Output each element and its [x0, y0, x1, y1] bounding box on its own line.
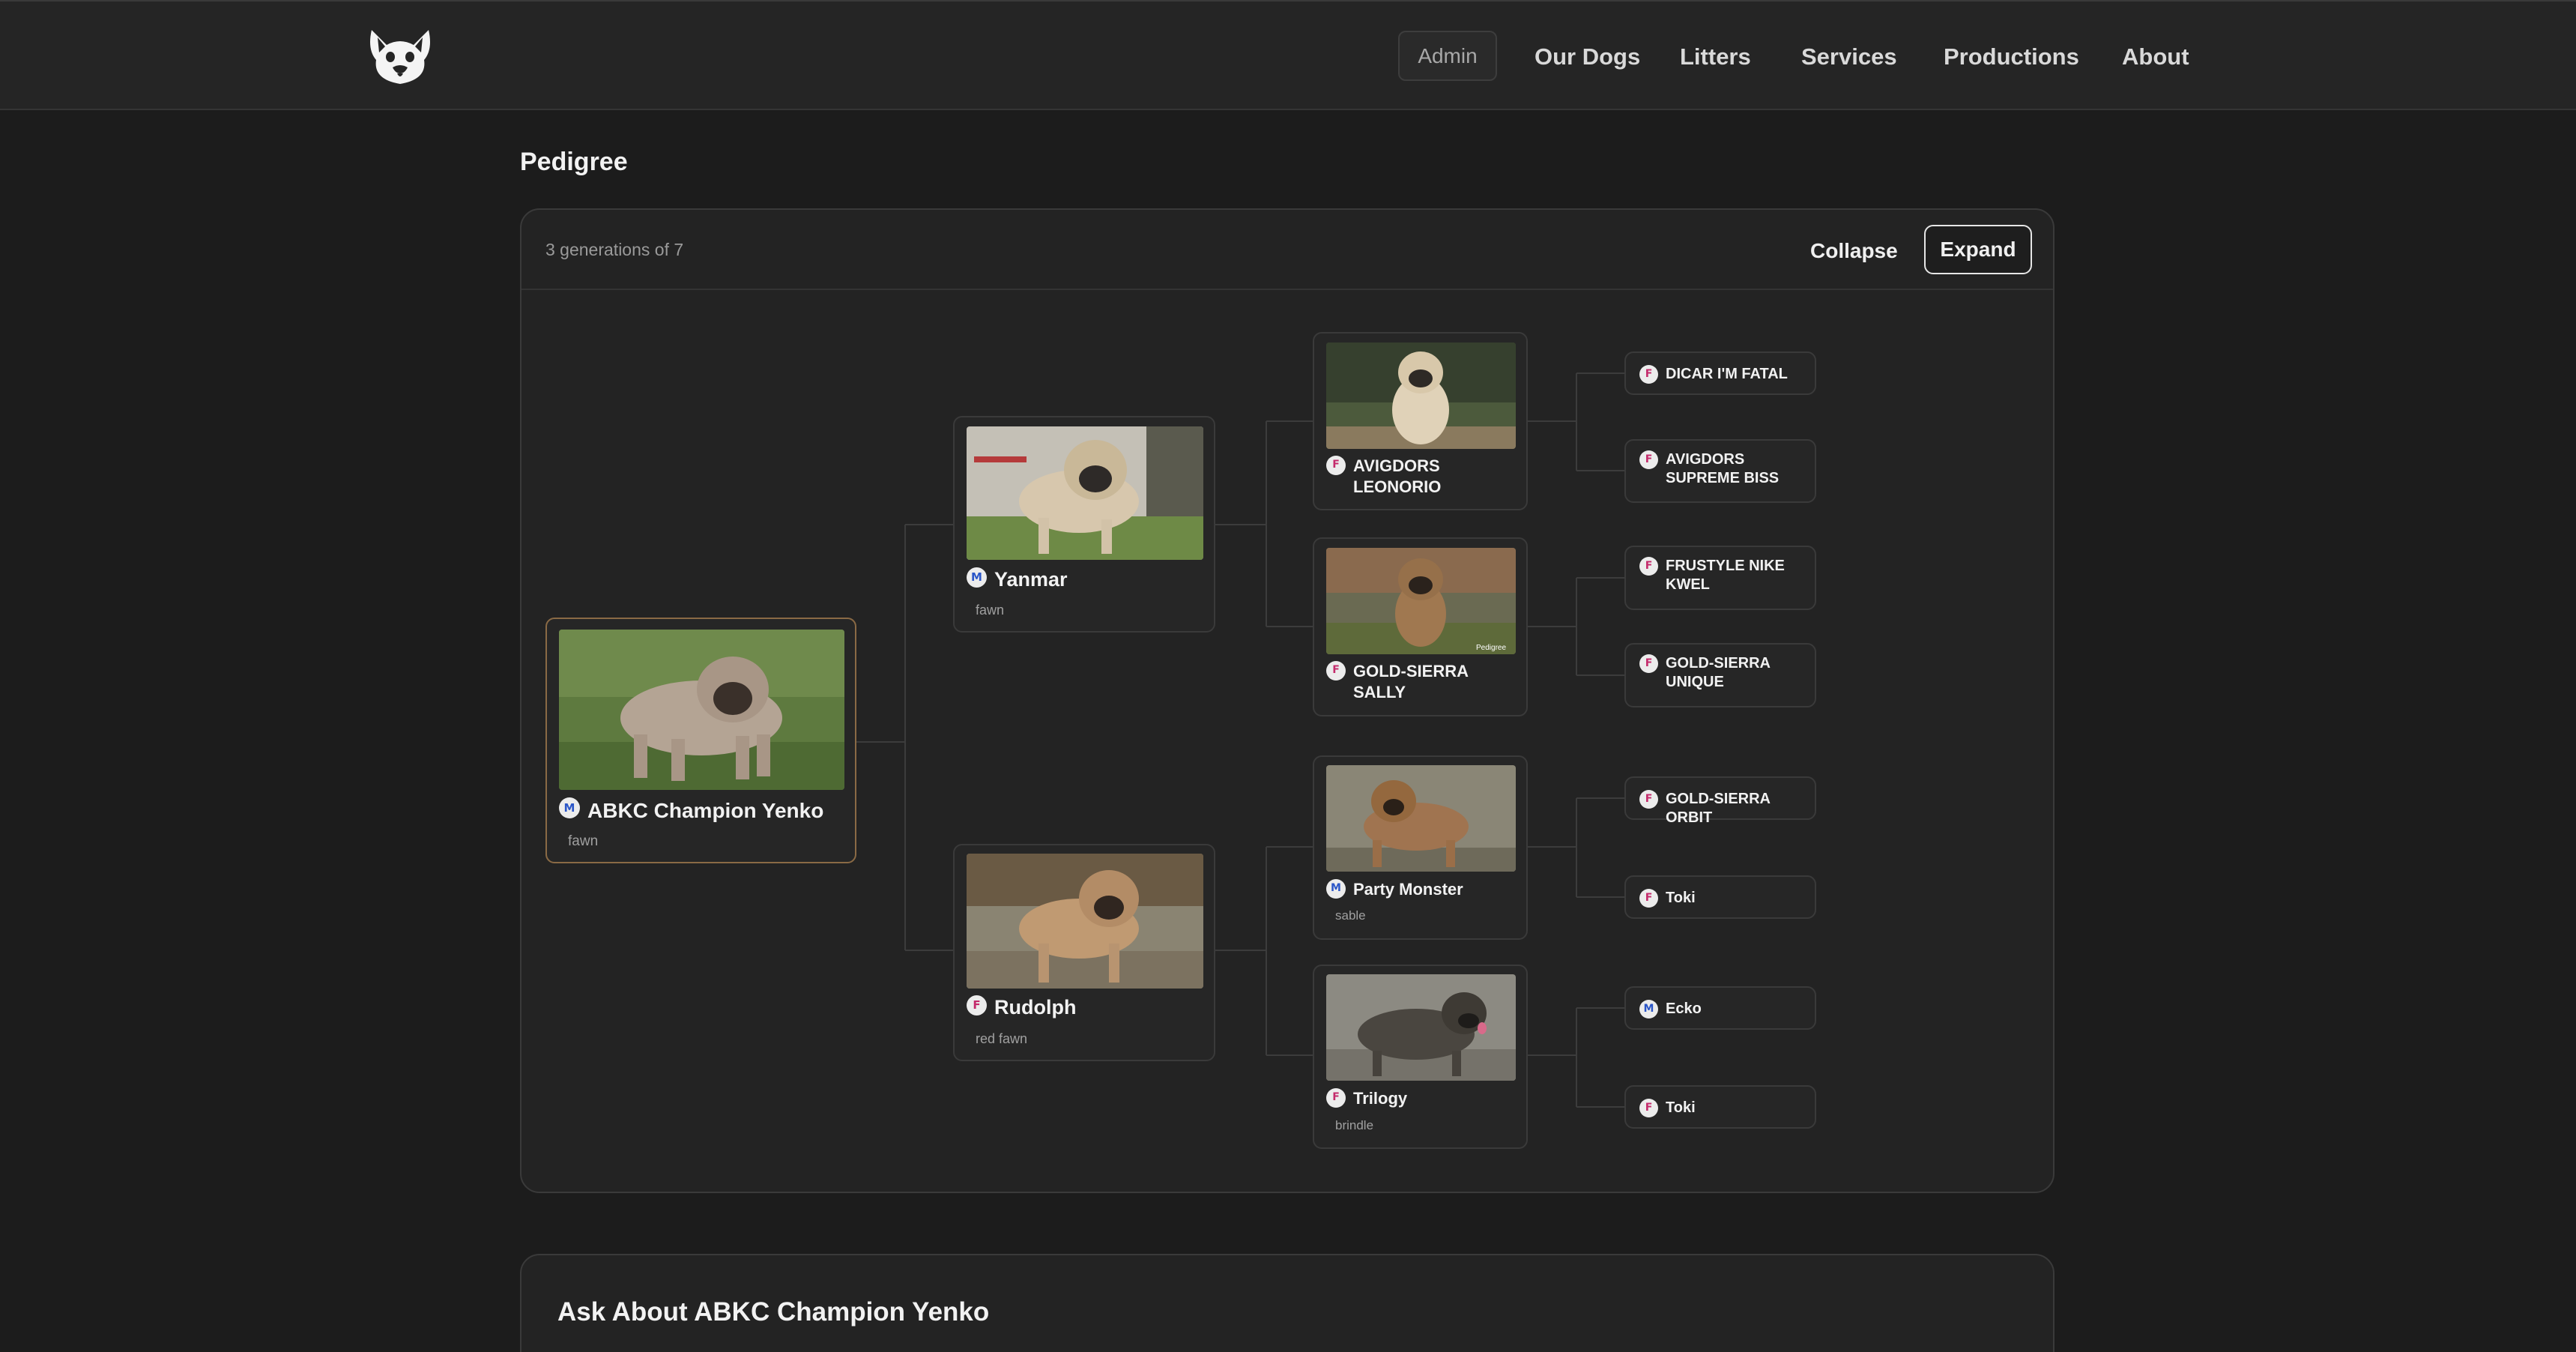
gen4-card-8[interactable]: F Toki	[1624, 1085, 1816, 1129]
nav-services[interactable]: Services	[1801, 40, 1897, 73]
male-sex-icon: M	[1639, 1000, 1658, 1018]
gen4-card-7[interactable]: M Ecko	[1624, 986, 1816, 1030]
pedigree-toolbar: 3 generations of 7 Collapse Expand	[521, 210, 2053, 290]
female-sex-icon: F	[1639, 889, 1658, 908]
male-sex-icon: M	[967, 567, 987, 588]
nav-about[interactable]: About	[2122, 40, 2189, 73]
gen4-dog-name-2: F AVIGDORS SUPREME BISS	[1639, 450, 1804, 488]
generations-count: 3 generations of 7	[545, 240, 684, 259]
gen4-dog-name-5: F GOLD-SIERRA ORBIT	[1639, 790, 1815, 827]
admin-button[interactable]: Admin	[1398, 31, 1497, 81]
gen4-card-3[interactable]: F FRUSTYLE NIKE KWEL	[1624, 546, 1816, 610]
gen3-card-4[interactable]: F Trilogy brindle	[1313, 965, 1528, 1149]
gen3-name-text-2: GOLD-SIERRA SALLY	[1353, 662, 1469, 701]
gen4-name-text-5: GOLD-SIERRA ORBIT	[1666, 791, 1771, 826]
female-sex-icon: F	[1639, 450, 1658, 469]
gen4-dog-name-1: F DICAR I'M FATAL	[1639, 365, 1788, 384]
gen4-name-text-8: Toki	[1666, 1099, 1696, 1116]
gen3-name-text-4: Trilogy	[1353, 1089, 1408, 1108]
gen3-dog-color-4: brindle	[1335, 1118, 1374, 1132]
ask-about-title: Ask About ABKC Champion Yenko	[557, 1297, 990, 1327]
sire-name-text: Yanmar	[994, 568, 1068, 591]
gen4-dog-name-3: F FRUSTYLE NIKE KWEL	[1639, 557, 1804, 594]
gen4-card-2[interactable]: F AVIGDORS SUPREME BISS	[1624, 439, 1816, 503]
nav-productions[interactable]: Productions	[1944, 40, 2079, 73]
gen3-card-1[interactable]: F AVIGDORS LEONORIO	[1313, 332, 1528, 510]
subject-dog-name: M ABKC Champion Yenko	[559, 797, 823, 824]
french-bulldog-logo-icon[interactable]	[367, 27, 433, 85]
female-sex-icon: F	[967, 995, 987, 1015]
male-sex-icon: M	[559, 797, 580, 818]
pedigree-subject-card[interactable]: M ABKC Champion Yenko fawn	[545, 618, 856, 863]
dam-dog-color: red fawn	[976, 1031, 1028, 1046]
gen4-dog-name-4: F GOLD-SIERRA UNIQUE	[1639, 654, 1804, 692]
gen3-dog-photo-3	[1326, 765, 1516, 872]
sire-dog-color: fawn	[976, 603, 1005, 618]
gen3-name-text-1: AVIGDORS LEONORIO	[1353, 456, 1442, 496]
subject-dog-color: fawn	[568, 833, 599, 849]
female-sex-icon: F	[1639, 790, 1658, 809]
gen3-dog-name-3: M Party Monster	[1326, 879, 1463, 900]
gen4-dog-name-8: F Toki	[1639, 1099, 1696, 1117]
collapse-button[interactable]: Collapse	[1810, 235, 1898, 268]
gen4-name-text-3: FRUSTYLE NIKE KWEL	[1666, 558, 1785, 593]
pedigree-sire-card[interactable]: M Yanmar fawn	[953, 416, 1215, 633]
sire-dog-photo	[967, 426, 1203, 560]
gen3-dog-name-4: F Trilogy	[1326, 1088, 1407, 1109]
gen4-name-text-6: Toki	[1666, 890, 1696, 906]
gen3-dog-photo-2: Pedigree	[1326, 548, 1516, 654]
gen4-name-text-4: GOLD-SIERRA UNIQUE	[1666, 655, 1771, 690]
nav-litters[interactable]: Litters	[1680, 40, 1751, 73]
gen4-dog-name-6: F Toki	[1639, 889, 1696, 908]
gen3-dog-name-1: F AVIGDORS LEONORIO	[1326, 456, 1514, 497]
nav-our-dogs[interactable]: Our Dogs	[1535, 40, 1640, 73]
female-sex-icon: F	[1639, 1099, 1658, 1117]
sire-dog-name: M Yanmar	[967, 567, 1068, 593]
pedigree-section-title: Pedigree	[520, 148, 628, 176]
gen4-card-6[interactable]: F Toki	[1624, 875, 1816, 919]
ask-about-section: Ask About ABKC Champion Yenko	[520, 1254, 2055, 1352]
gen3-dog-name-2: F GOLD-SIERRA SALLY	[1326, 661, 1514, 702]
pedigree-watermark: Pedigree	[1476, 644, 1506, 652]
top-navbar: Admin Our Dogs Litters Services Producti…	[0, 0, 2576, 110]
gen4-card-4[interactable]: F GOLD-SIERRA UNIQUE	[1624, 643, 1816, 707]
gen4-card-5[interactable]: F GOLD-SIERRA ORBIT	[1624, 776, 1816, 826]
gen3-dog-photo-4	[1326, 974, 1516, 1081]
gen4-card-1[interactable]: F DICAR I'M FATAL	[1624, 351, 1816, 395]
dam-dog-photo	[967, 854, 1203, 989]
female-sex-icon: F	[1639, 365, 1658, 384]
female-sex-icon: F	[1326, 661, 1346, 680]
gen3-card-3[interactable]: M Party Monster sable	[1313, 755, 1528, 940]
gen3-dog-color-3: sable	[1335, 908, 1366, 923]
gen4-name-text-1: DICAR I'M FATAL	[1666, 366, 1788, 382]
gen3-dog-photo-1	[1326, 342, 1516, 449]
dam-name-text: Rudolph	[994, 996, 1077, 1018]
female-sex-icon: F	[1326, 456, 1346, 475]
male-sex-icon: M	[1326, 879, 1346, 899]
expand-button[interactable]: Expand	[1924, 225, 2032, 274]
subject-dog-photo	[559, 630, 844, 790]
dam-dog-name: F Rudolph	[967, 995, 1076, 1021]
gen3-name-text-3: Party Monster	[1353, 880, 1463, 899]
female-sex-icon: F	[1326, 1088, 1346, 1108]
gen4-dog-name-7: M Ecko	[1639, 1000, 1702, 1018]
gen3-card-2[interactable]: Pedigree F GOLD-SIERRA SALLY	[1313, 537, 1528, 716]
gen4-name-text-7: Ecko	[1666, 1001, 1702, 1017]
gen4-name-text-2: AVIGDORS SUPREME BISS	[1666, 451, 1780, 486]
female-sex-icon: F	[1639, 654, 1658, 673]
subject-name-text: ABKC Champion Yenko	[587, 799, 824, 822]
pedigree-dam-card[interactable]: F Rudolph red fawn	[953, 844, 1215, 1061]
female-sex-icon: F	[1639, 557, 1658, 576]
